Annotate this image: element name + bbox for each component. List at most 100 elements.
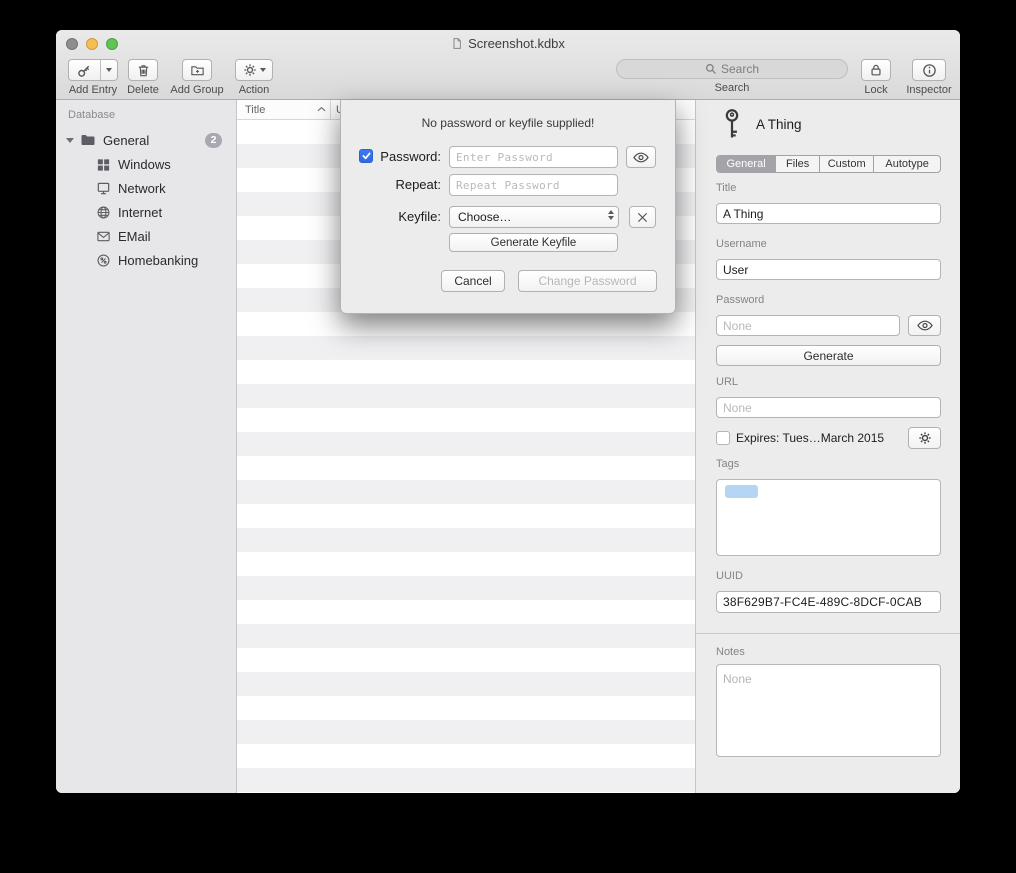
clear-icon xyxy=(637,212,648,223)
stepper-icon xyxy=(608,210,614,220)
eye-icon xyxy=(633,152,649,163)
cancel-button[interactable]: Cancel xyxy=(441,270,505,292)
tag-chip[interactable] xyxy=(725,485,758,498)
sort-ascending-icon xyxy=(317,106,326,112)
change-password-dialog: No password or keyfile supplied! Passwor… xyxy=(340,100,676,314)
username-field-label: Username xyxy=(716,238,767,250)
sidebar-item-network[interactable]: Network xyxy=(56,176,236,200)
add-group-label: Add Group xyxy=(170,84,223,96)
tab-general[interactable]: General xyxy=(717,156,775,172)
trash-icon xyxy=(136,63,151,78)
show-password-button[interactable] xyxy=(626,146,656,168)
generate-keyfile-button[interactable]: Generate Keyfile xyxy=(449,233,618,252)
sidebar-item-general[interactable]: General 2 xyxy=(56,128,236,152)
toolbar: Add Entry Delete Add Group xyxy=(56,57,960,100)
key-plus-icon xyxy=(69,60,101,80)
inspector-button[interactable] xyxy=(912,59,946,81)
section-divider xyxy=(696,633,960,634)
notes-field-label: Notes xyxy=(716,646,745,658)
notes-field[interactable]: None xyxy=(716,664,941,757)
chevron-down-icon xyxy=(260,68,266,72)
repeat-input[interactable] xyxy=(449,174,618,196)
minimize-button[interactable] xyxy=(86,38,98,50)
notes-placeholder: None xyxy=(723,672,752,686)
inspector-panel: A Thing General Files Custom Autotype Ti… xyxy=(695,100,960,793)
title-field-label: Title xyxy=(716,182,736,194)
homebanking-icon xyxy=(96,253,111,268)
tags-field-label: Tags xyxy=(716,458,739,470)
group-label: Windows xyxy=(118,157,171,172)
change-password-button[interactable]: Change Password xyxy=(518,270,657,292)
keyfile-dropdown[interactable]: Choose… xyxy=(449,206,619,228)
disclosure-icon[interactable] xyxy=(66,138,74,143)
lock-label: Lock xyxy=(864,84,887,96)
entry-count-badge: 2 xyxy=(205,133,222,148)
sidebar-section-header: Database xyxy=(68,109,115,121)
close-button[interactable] xyxy=(66,38,78,50)
sidebar-item-homebanking[interactable]: Homebanking xyxy=(56,248,236,272)
action-label: Action xyxy=(239,84,270,96)
window-title-area: Screenshot.kdbx xyxy=(56,30,960,57)
clear-keyfile-button[interactable] xyxy=(629,206,656,228)
keyfile-label: Keyfile: xyxy=(341,209,441,224)
network-icon xyxy=(96,181,111,196)
add-group-button[interactable] xyxy=(182,59,212,81)
entry-title: A Thing xyxy=(756,117,802,132)
delete-button[interactable] xyxy=(128,59,158,81)
tab-files[interactable]: Files xyxy=(775,156,819,172)
sidebar: Database General 2 Windows Netwo xyxy=(56,100,237,793)
internet-icon xyxy=(96,205,111,220)
title-field[interactable] xyxy=(716,203,941,224)
search-input[interactable]: Search xyxy=(616,59,848,79)
window-chrome: Screenshot.kdbx Add Entry D xyxy=(56,30,960,100)
column-header-title[interactable]: Title xyxy=(245,104,265,116)
search-item: Search Search xyxy=(616,59,848,94)
info-icon xyxy=(922,63,937,78)
tab-custom[interactable]: Custom xyxy=(819,156,873,172)
url-field[interactable] xyxy=(716,397,941,418)
generate-password-button[interactable]: Generate xyxy=(716,345,941,366)
add-entry-item: Add Entry xyxy=(64,59,122,96)
add-entry-button[interactable] xyxy=(68,59,118,81)
search-placeholder: Search xyxy=(721,62,759,76)
uuid-field[interactable] xyxy=(716,591,941,613)
key-icon xyxy=(719,108,745,140)
app-window: Screenshot.kdbx Add Entry D xyxy=(56,30,960,793)
group-label: General xyxy=(103,133,149,148)
lock-button[interactable] xyxy=(861,59,891,81)
folder-icon xyxy=(80,132,96,148)
sidebar-item-email[interactable]: EMail xyxy=(56,224,236,248)
action-button[interactable] xyxy=(235,59,273,81)
expires-settings-button[interactable] xyxy=(908,427,941,449)
password-label: Password: xyxy=(341,149,441,164)
password-input[interactable] xyxy=(449,146,618,168)
eye-icon xyxy=(917,320,933,331)
search-label: Search xyxy=(715,82,750,94)
password-field-label: Password xyxy=(716,294,764,306)
tags-box[interactable] xyxy=(716,479,941,556)
delete-label: Delete xyxy=(127,84,159,96)
sidebar-item-windows[interactable]: Windows xyxy=(56,152,236,176)
expires-checkbox[interactable] xyxy=(716,431,730,445)
sidebar-item-internet[interactable]: Internet xyxy=(56,200,236,224)
column-divider[interactable] xyxy=(330,100,331,119)
gear-icon xyxy=(918,431,932,445)
tab-autotype[interactable]: Autotype xyxy=(873,156,940,172)
add-entry-dropdown[interactable] xyxy=(101,60,117,80)
expires-row: Expires: Tues…March 2015 xyxy=(716,431,884,445)
repeat-label: Repeat: xyxy=(341,177,441,192)
group-tree: General 2 Windows Network Internet xyxy=(56,128,236,272)
zoom-button[interactable] xyxy=(106,38,118,50)
windows-icon xyxy=(96,157,111,172)
username-field[interactable] xyxy=(716,259,941,280)
password-field[interactable] xyxy=(716,315,900,336)
inspector-label: Inspector xyxy=(906,84,951,96)
group-label: Network xyxy=(118,181,166,196)
add-group-item: Add Group xyxy=(166,59,228,96)
group-label: Homebanking xyxy=(118,253,198,268)
inspector-item: Inspector xyxy=(901,59,957,96)
group-label: EMail xyxy=(118,229,151,244)
document-icon xyxy=(451,37,463,50)
delete-item: Delete xyxy=(120,59,166,96)
reveal-password-button[interactable] xyxy=(908,315,941,336)
